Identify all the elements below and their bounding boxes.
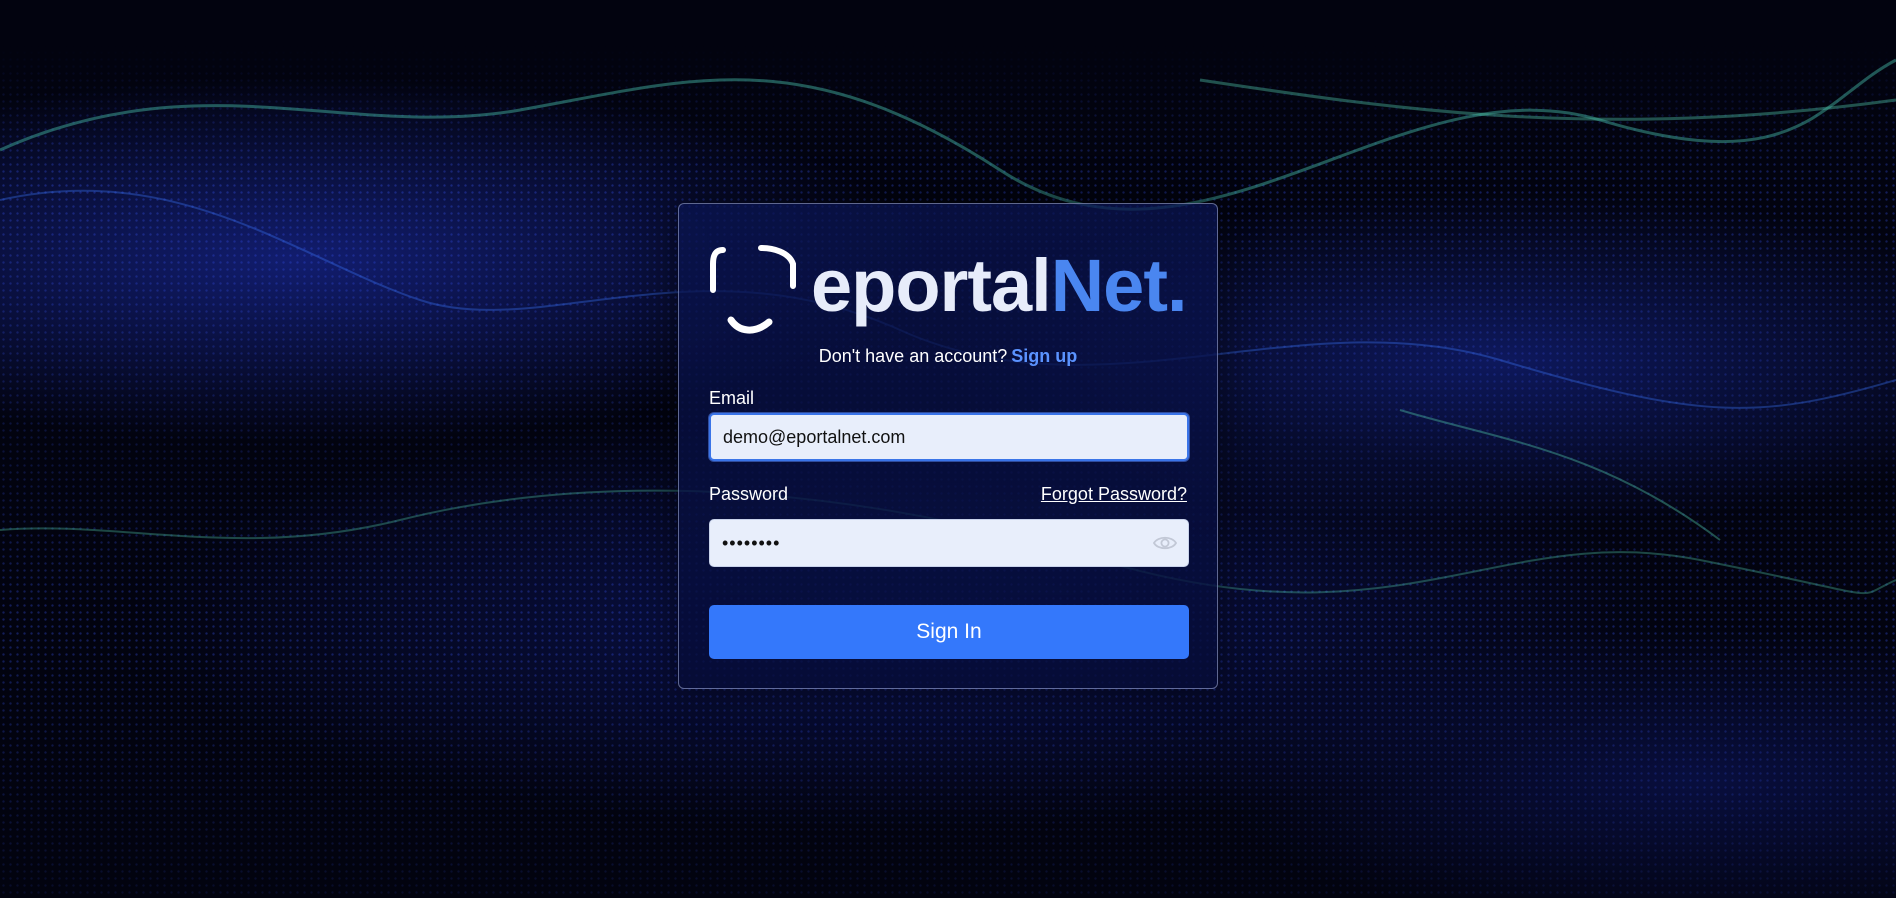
- eye-icon[interactable]: [1152, 532, 1178, 554]
- logo-text-net: Net.: [1050, 244, 1188, 327]
- password-label: Password: [709, 484, 789, 504]
- login-card: eportalNet. Don't have an account? Sign u…: [678, 203, 1218, 689]
- shield-logo-icon: [710, 245, 796, 334]
- signup-prompt-text: Don't have an account?: [818, 346, 1008, 366]
- email-label: Email: [709, 388, 755, 408]
- email-value: demo@eportalnet.com: [723, 426, 906, 447]
- signup-prompt: Don't have an account? Sign up: [679, 346, 1217, 367]
- sign-in-button[interactable]: Sign In: [709, 605, 1189, 659]
- password-input[interactable]: ••••••••: [709, 519, 1189, 567]
- password-value: ••••••••: [722, 532, 781, 553]
- brand-logo: eportalNet.: [709, 242, 1188, 338]
- forgot-password-link[interactable]: Forgot Password?: [1041, 484, 1187, 505]
- email-input[interactable]: demo@eportalnet.com: [709, 413, 1189, 461]
- logo-wordmark: eportalNet.: [811, 249, 1188, 323]
- sign-up-link[interactable]: Sign up: [1011, 346, 1077, 366]
- logo-text-eportal: eportal: [811, 244, 1052, 327]
